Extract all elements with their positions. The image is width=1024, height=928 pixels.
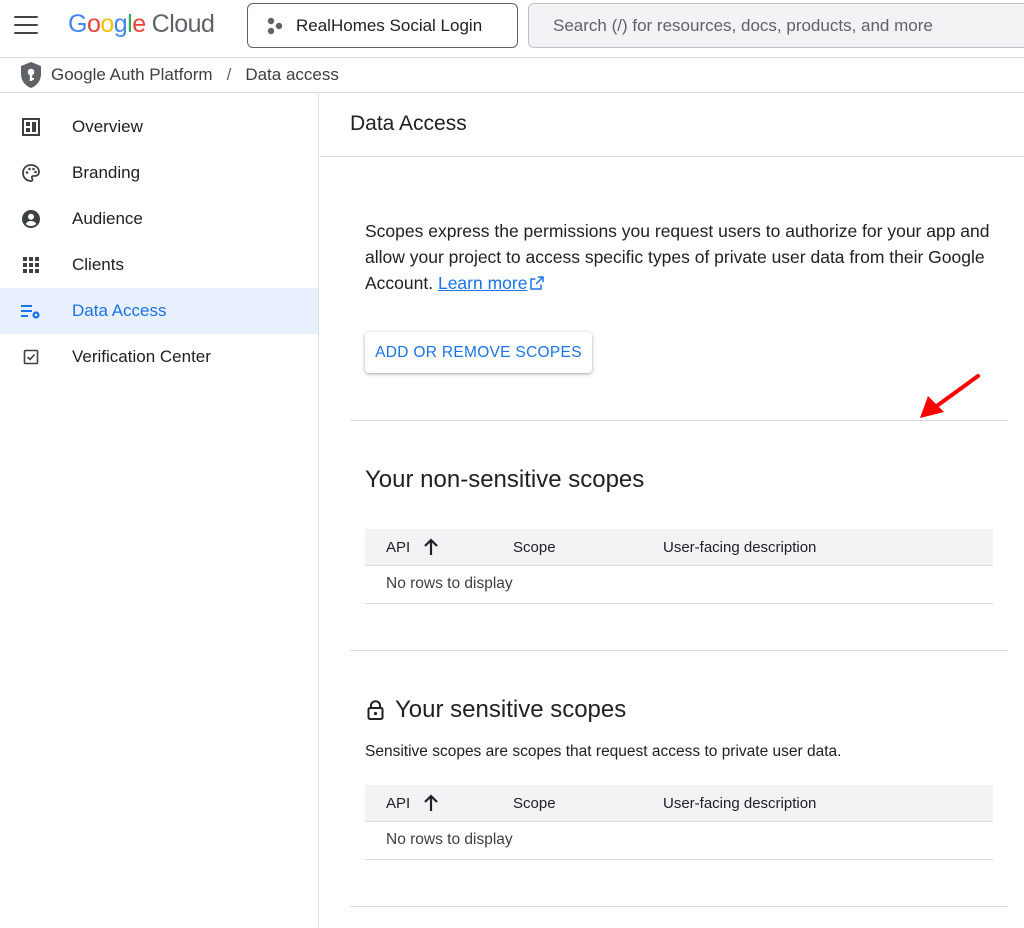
empty-table-message: No rows to display [386,575,513,592]
sidebar-nav: Overview Branding Audience Clients Data … [0,94,319,928]
table-empty-row: No rows to display [365,822,993,860]
project-name: RealHomes Social Login [296,15,483,35]
non-sensitive-scopes-title: Your non-sensitive scopes [365,466,645,493]
palette-icon [20,162,42,184]
external-link-icon [530,276,545,290]
logo-google-text: Google [68,10,146,38]
top-bar: Google Cloud RealHomes Social Login [0,0,1024,56]
sidebar-item-verification-center[interactable]: Verification Center [0,334,318,380]
column-header-scope[interactable]: Scope [513,795,556,812]
sensitive-scopes-description: Sensitive scopes are scopes that request… [365,743,842,760]
section-divider [350,650,1008,651]
data-settings-icon [20,300,42,322]
sidebar-item-label: Verification Center [72,347,211,366]
empty-table-message: No rows to display [386,831,513,848]
sort-ascending-icon[interactable] [422,537,440,557]
auth-shield-icon [21,62,41,88]
apps-grid-icon [20,254,42,276]
search-input[interactable] [553,15,1023,36]
sidebar-item-overview[interactable]: Overview [0,104,318,150]
logo-cloud-text: Cloud [151,10,215,38]
sensitive-scopes-title: Your sensitive scopes [395,696,627,723]
section-divider [350,906,1008,907]
sort-ascending-icon[interactable] [422,793,440,813]
page-title: Data Access [350,112,467,135]
sidebar-item-data-access[interactable]: Data Access [0,288,318,334]
column-header-description[interactable]: User-facing description [663,795,816,812]
sidebar-item-label: Clients [72,255,124,274]
search-bar[interactable] [528,3,1024,48]
main-content: Data Access Scopes express the permissio… [320,94,1024,928]
main-menu-icon[interactable] [14,16,38,36]
sidebar-item-branding[interactable]: Branding [0,150,318,196]
table-empty-row: No rows to display [365,566,993,604]
column-header-api[interactable]: API [386,539,410,556]
dashboard-icon [20,116,42,138]
breadcrumb-current-page: Data access [245,65,339,84]
sidebar-item-label: Audience [72,209,143,228]
non-sensitive-table-header: API Scope User-facing description [365,529,993,566]
checkbox-icon [20,346,42,368]
sidebar-item-clients[interactable]: Clients [0,242,318,288]
annotation-arrow-icon [920,374,980,418]
sidebar-item-label: Overview [72,117,143,136]
sidebar-item-label: Branding [72,163,141,182]
column-header-description[interactable]: User-facing description [663,539,816,556]
scopes-intro: Scopes express the permissions you reque… [365,218,995,296]
breadcrumb-product[interactable]: Google Auth Platform [51,65,213,85]
column-header-api[interactable]: API [386,795,410,812]
sidebar-item-audience[interactable]: Audience [0,196,318,242]
sensitive-table-header: API Scope User-facing description [365,785,993,822]
breadcrumb: Google Auth Platform / Data access [0,57,1024,93]
sidebar-item-label: Data Access [72,301,167,320]
learn-more-link[interactable]: Learn more [438,273,528,293]
add-or-remove-scopes-button[interactable]: ADD OR REMOVE SCOPES [365,332,592,373]
account-circle-icon [20,208,42,230]
breadcrumb-separator: / [226,65,232,84]
title-divider [320,156,1024,157]
project-icon [267,17,283,34]
learn-more-label: Learn more [437,273,528,293]
column-header-scope[interactable]: Scope [513,539,556,556]
section-divider [350,420,1008,421]
google-cloud-logo[interactable]: Google Cloud [68,10,215,39]
lock-icon [367,700,384,720]
project-picker-button[interactable]: RealHomes Social Login [247,3,518,48]
